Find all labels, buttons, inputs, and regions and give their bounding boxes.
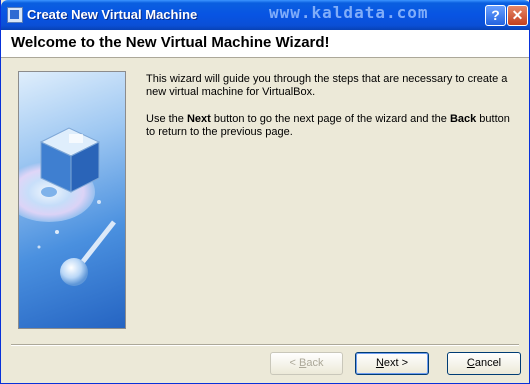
cancel-button[interactable]: Cancel: [447, 352, 521, 375]
intro-paragraph: This wizard will guide you through the s…: [146, 73, 508, 98]
back-button[interactable]: < Back: [270, 352, 343, 375]
wizard-window: Create New Virtual Machine www.kaldata.c…: [0, 0, 530, 384]
wizard-side-image: [18, 71, 126, 329]
title-bar[interactable]: Create New Virtual Machine www.kaldata.c…: [1, 0, 530, 30]
page-title: Welcome to the New Virtual Machine Wizar…: [11, 34, 330, 51]
wizard-content: This wizard will guide you through the s…: [146, 73, 516, 153]
next-button[interactable]: Next >: [355, 352, 429, 375]
watermark-text: www.kaldata.com: [269, 3, 429, 22]
close-button[interactable]: ✕: [507, 5, 528, 26]
window-title: Create New Virtual Machine: [27, 7, 198, 22]
virtualbox-app-icon: [7, 7, 23, 23]
virtualbox-logo-illustration: [19, 127, 116, 286]
help-button[interactable]: ?: [485, 5, 506, 26]
wizard-header: Welcome to the New Virtual Machine Wizar…: [1, 30, 529, 58]
button-separator: [11, 344, 519, 346]
instructions-paragraph: Use the Next button to go the next page …: [146, 113, 510, 138]
